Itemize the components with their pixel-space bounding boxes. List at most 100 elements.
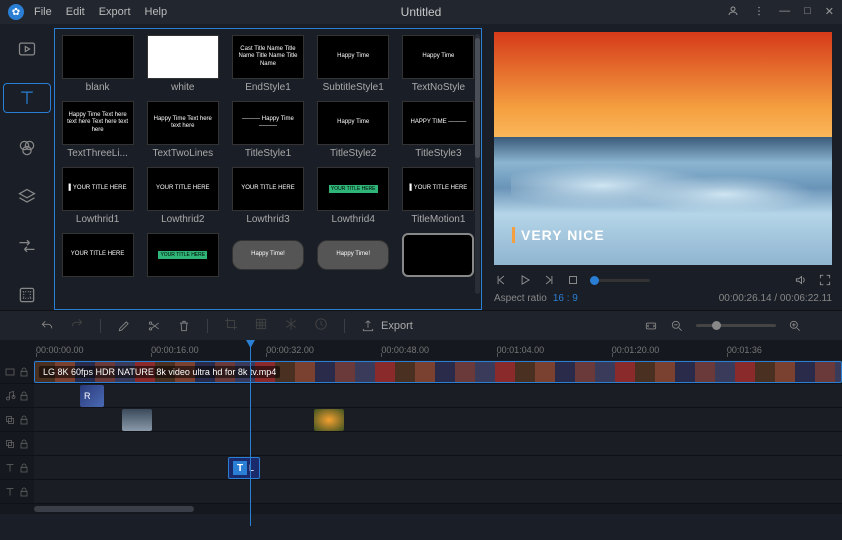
gallery-item[interactable]: ▌YOUR TITLE HERETitleMotion1 bbox=[400, 167, 477, 225]
menu-export[interactable]: Export bbox=[99, 6, 131, 18]
gallery-item[interactable]: Happy TimeTextNoStyle bbox=[400, 35, 477, 93]
gallery-item[interactable]: ▌YOUR TITLE HERELowthrid1 bbox=[59, 167, 136, 225]
ruler-tick: 00:00:32.00 bbox=[266, 345, 381, 355]
titlebar: ✿ File Edit Export Help Untitled — □ ✕ bbox=[0, 0, 842, 24]
lock-icon[interactable] bbox=[18, 486, 30, 498]
prev-frame-button[interactable] bbox=[494, 273, 508, 287]
volume-button[interactable] bbox=[794, 273, 808, 287]
lock-icon[interactable] bbox=[18, 438, 30, 450]
gallery-thumb: Happy Time bbox=[317, 101, 389, 145]
gallery-item[interactable]: YOUR TITLE HERELowthrid2 bbox=[144, 167, 221, 225]
more-icon[interactable] bbox=[753, 5, 765, 20]
duration-button[interactable] bbox=[314, 317, 328, 331]
crop-button[interactable] bbox=[224, 317, 238, 331]
maximize-button[interactable]: □ bbox=[804, 5, 811, 20]
aspect-ratio[interactable]: Aspect ratio16 : 9 bbox=[494, 293, 578, 304]
gallery-label: TextThreeLi... bbox=[67, 148, 128, 159]
zoom-out-button[interactable] bbox=[670, 319, 684, 333]
image-clip[interactable] bbox=[314, 409, 344, 431]
redo-button[interactable] bbox=[70, 317, 84, 331]
close-button[interactable]: ✕ bbox=[825, 5, 834, 20]
image-clip[interactable] bbox=[122, 409, 152, 431]
filters-tab[interactable] bbox=[3, 133, 51, 162]
gallery-scrollbar[interactable] bbox=[475, 34, 480, 294]
menu-edit[interactable]: Edit bbox=[66, 6, 85, 18]
account-icon[interactable] bbox=[727, 5, 739, 20]
next-frame-button[interactable] bbox=[542, 273, 556, 287]
gallery-label: Lowthrid4 bbox=[332, 214, 375, 225]
gallery-item[interactable]: YOUR TITLE HERE bbox=[144, 233, 221, 280]
gallery-label: Lowthrid3 bbox=[246, 214, 289, 225]
gallery-item[interactable]: blank bbox=[59, 35, 136, 93]
gallery-thumb: ——— Happy Time ——— bbox=[232, 101, 304, 145]
text-clip[interactable]: TL bbox=[228, 457, 260, 479]
gallery-thumb: YOUR TITLE HERE bbox=[62, 233, 134, 277]
lock-icon[interactable] bbox=[18, 390, 30, 402]
gallery-item[interactable]: Happy Time! bbox=[229, 233, 306, 280]
gallery-item[interactable]: YOUR TITLE HERELowthrid4 bbox=[315, 167, 392, 225]
export-button[interactable]: Export bbox=[361, 319, 413, 333]
lock-icon[interactable] bbox=[18, 414, 30, 426]
overlays-tab[interactable] bbox=[3, 182, 51, 211]
gallery-item[interactable]: Happy TimeTitleStyle2 bbox=[315, 101, 392, 159]
timeline-toolbar: Export bbox=[0, 310, 842, 340]
menu-help[interactable]: Help bbox=[145, 6, 168, 18]
undo-button[interactable] bbox=[40, 319, 54, 333]
gallery-label: white bbox=[171, 82, 194, 93]
stop-button[interactable] bbox=[566, 273, 580, 287]
elements-tab[interactable] bbox=[3, 281, 51, 310]
media-tab[interactable] bbox=[3, 34, 51, 63]
freeze-button[interactable] bbox=[284, 317, 298, 331]
gallery-item[interactable]: white bbox=[144, 35, 221, 93]
gallery-item[interactable]: YOUR TITLE HERELowthrid3 bbox=[229, 167, 306, 225]
zoom-slider[interactable] bbox=[696, 324, 776, 327]
edit-button[interactable] bbox=[117, 319, 131, 333]
divider bbox=[100, 319, 101, 333]
gallery-item[interactable]: HAPPY TIME ———TitleStyle3 bbox=[400, 101, 477, 159]
menu-file[interactable]: File bbox=[34, 6, 52, 18]
gallery-thumb: YOUR TITLE HERE bbox=[147, 233, 219, 277]
timeline-scrollbar[interactable] bbox=[0, 504, 842, 514]
divider bbox=[207, 319, 208, 333]
mosaic-button[interactable] bbox=[254, 317, 268, 331]
overlay-track-1 bbox=[0, 408, 842, 432]
gallery-item[interactable]: Happy Time! bbox=[315, 233, 392, 280]
gallery-item[interactable] bbox=[400, 233, 477, 280]
preview-progress[interactable] bbox=[590, 279, 650, 282]
minimize-button[interactable]: — bbox=[779, 5, 790, 20]
fullscreen-button[interactable] bbox=[818, 273, 832, 287]
gallery-item[interactable]: YOUR TITLE HERE bbox=[59, 233, 136, 280]
zoom-in-button[interactable] bbox=[788, 319, 802, 333]
gallery-thumb: Happy Time Text here text here bbox=[147, 101, 219, 145]
gallery-thumb: ▌YOUR TITLE HERE bbox=[62, 167, 134, 211]
video-clip[interactable]: LG 8K 60fps HDR NATURE 8k video ultra hd… bbox=[34, 361, 842, 383]
video-track-icon bbox=[4, 366, 16, 378]
text-track-icon bbox=[4, 486, 16, 498]
gallery-item[interactable]: Happy TimeSubtitleStyle1 bbox=[315, 35, 392, 93]
lock-icon[interactable] bbox=[18, 462, 30, 474]
fit-button[interactable] bbox=[644, 319, 658, 333]
lock-icon[interactable] bbox=[18, 366, 30, 378]
text-track-1: TL bbox=[0, 456, 842, 480]
preview-panel: VERY NICE Aspect ratio16 : 9 00:00:26.14… bbox=[482, 24, 842, 310]
split-button[interactable] bbox=[147, 319, 161, 333]
gallery-label: TitleStyle3 bbox=[415, 148, 461, 159]
video-track: LG 8K 60fps HDR NATURE 8k video ultra hd… bbox=[0, 360, 842, 384]
play-button[interactable] bbox=[518, 273, 532, 287]
text-tab[interactable] bbox=[3, 83, 51, 113]
gallery-item[interactable]: ——— Happy Time ———TitleStyle1 bbox=[229, 101, 306, 159]
document-title: Untitled bbox=[401, 5, 442, 19]
text-track-icon bbox=[4, 462, 16, 474]
gallery-thumb bbox=[62, 35, 134, 79]
ruler-tick: 00:01:20.00 bbox=[612, 345, 727, 355]
gallery-item[interactable]: Happy Time Text here text hereTextTwoLin… bbox=[144, 101, 221, 159]
gallery-item[interactable]: Happy Time Text here text here Text here… bbox=[59, 101, 136, 159]
playhead[interactable] bbox=[250, 346, 251, 526]
overlay-track-2 bbox=[0, 432, 842, 456]
gallery-item[interactable]: Cast Title Name Title Name Title Name Ti… bbox=[229, 35, 306, 93]
preview-video[interactable]: VERY NICE bbox=[494, 32, 832, 265]
delete-button[interactable] bbox=[177, 319, 191, 333]
audio-clip[interactable]: R bbox=[80, 385, 104, 407]
transitions-tab[interactable] bbox=[3, 232, 51, 261]
time-ruler[interactable]: 00:00:00.0000:00:16.0000:00:32.0000:00:4… bbox=[0, 340, 842, 360]
